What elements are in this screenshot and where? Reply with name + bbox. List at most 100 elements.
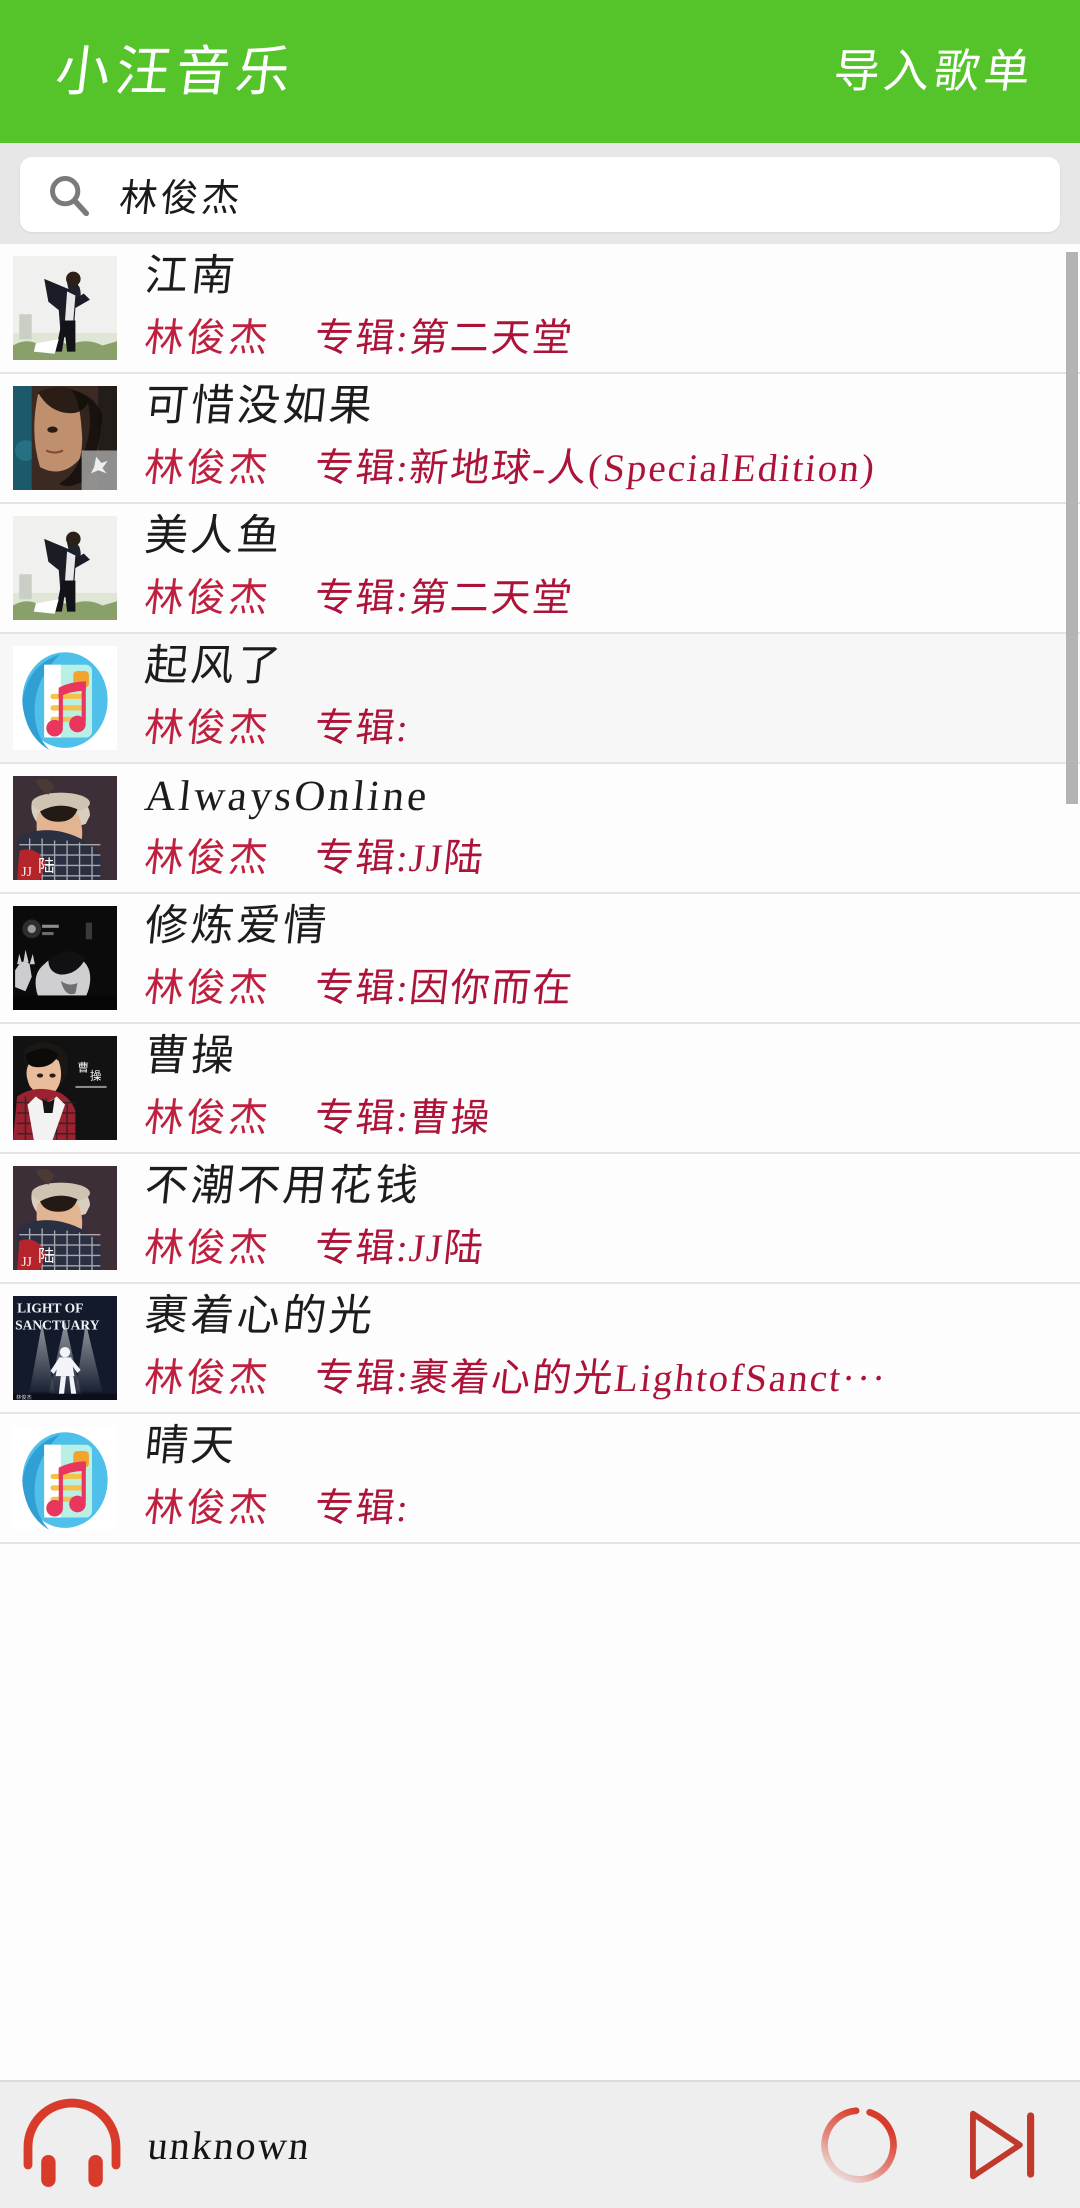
song-title: 起风了 [142,643,286,691]
song-row[interactable]: 曹操 曹操 林俊杰 专辑:曹操 [0,1024,1080,1154]
song-row[interactable]: 起风了林俊杰 专辑: [0,634,1080,764]
album-art: JJ 陆 [13,776,117,880]
song-album: 专辑: [312,1486,412,1530]
song-row[interactable]: LIGHT OF SANCTUARY 林俊杰 裹着心的光 林俊杰 专辑:裹着心的光L… [0,1284,1080,1414]
search-box[interactable]: 林俊杰 [20,157,1060,232]
song-artist: 林俊杰 [142,966,273,1010]
song-album: 专辑:裹着心的光LightofSanct··· [312,1356,890,1400]
song-title: 曹操 [142,1033,240,1081]
song-artist: 林俊杰 [142,1356,273,1400]
song-subtitle: 林俊杰 专辑:第二天堂 [142,307,1065,363]
song-album: 专辑:曹操 [312,1096,494,1140]
app-root: 小汪音乐 导入歌单 林俊杰 江南 林俊杰专辑:第二天堂 可惜没如果 林俊杰 专辑… [0,0,1080,2208]
svg-text:林俊杰: 林俊杰 [16,1393,32,1400]
song-title: 美人鱼 [142,513,286,561]
album-art-placeholder [13,1426,117,1530]
song-meta: 江南林俊杰 专辑:第二天堂 [117,253,1080,362]
svg-text:陆: 陆 [38,857,55,876]
album-art [13,906,117,1010]
song-title: 晴天 [142,1423,240,1471]
song-subtitle: 林俊杰 专辑: [142,697,1065,753]
album-art [13,386,117,490]
song-subtitle: 林俊杰 专辑:JJ陆 [142,827,1065,883]
song-artist: 林俊杰 [142,576,273,620]
song-album: 专辑:JJ陆 [312,836,488,880]
headphone-icon[interactable] [18,2097,126,2193]
song-list-container[interactable]: 江南 林俊杰 专辑:第二天堂 可惜没如果 林俊杰 专辑:新地球-人(SpecialEdi… [0,244,1080,2080]
song-row[interactable]: JJ 陆 不潮不用花钱林俊杰 专辑:JJ陆 [0,1154,1080,1284]
album-art-photo [13,906,117,1010]
app-title: 小汪音乐 [52,41,300,102]
album-art-placeholder [13,646,117,750]
song-list: 江南 林俊杰 专辑:第二天堂 可惜没如果 林俊杰 专辑:新地球-人(SpecialEdi… [0,244,1080,1544]
song-subtitle: 林俊杰 专辑:第二天堂 [142,567,1065,623]
song-artist: 林俊杰 [142,1226,273,1270]
song-meta: 起风了林俊杰 专辑: [117,643,1080,752]
search-input[interactable]: 林俊杰 [117,167,246,222]
song-meta: 可惜没如果林俊杰 专辑:新地球-人(SpecialEdition) [117,383,1080,492]
album-art [13,256,117,360]
album-art-photo: JJ 陆 [13,776,117,880]
svg-text:SANCTUARY: SANCTUARY [15,1317,100,1332]
album-art [13,516,117,620]
song-title: 江南 [142,253,240,301]
song-album: 专辑:新地球-人(SpecialEdition) [312,446,879,490]
app-header: 小汪音乐 导入歌单 [0,0,1080,143]
loading-spinner-icon[interactable] [816,2102,902,2188]
song-album: 专辑:JJ陆 [312,1226,488,1270]
skip-next-icon[interactable] [964,2102,1040,2188]
song-title: 可惜没如果 [142,383,378,431]
song-artist: 林俊杰 [142,1096,273,1140]
song-subtitle: 林俊杰 专辑:因你而在 [142,957,1065,1013]
song-title: AlwaysOnline [142,773,432,821]
scrollbar-thumb[interactable] [1066,252,1078,804]
song-title: 修炼爱情 [142,903,332,951]
album-art-photo: JJ 陆 [13,1166,117,1270]
album-art-photo [13,516,117,620]
song-row[interactable]: 修炼爱情林俊杰 专辑:因你而在 [0,894,1080,1024]
svg-text:LIGHT OF: LIGHT OF [17,1301,83,1316]
song-meta: 美人鱼林俊杰 专辑:第二天堂 [117,513,1080,622]
svg-text:曹: 曹 [77,1061,88,1074]
song-album: 专辑:第二天堂 [312,316,576,360]
song-meta: 修炼爱情林俊杰 专辑:因你而在 [117,903,1080,1012]
now-playing-title: unknown [145,2122,314,2168]
player-bar: unknown [0,2080,1080,2208]
song-meta: AlwaysOnline 林俊杰 专辑:JJ陆 [117,773,1080,882]
song-row[interactable]: 晴天林俊杰 专辑: [0,1414,1080,1544]
svg-text:JJ: JJ [21,1254,32,1269]
song-row[interactable]: JJ 陆 AlwaysOnline 林俊杰 专辑:JJ陆 [0,764,1080,894]
album-art [13,646,117,750]
song-subtitle: 林俊杰 专辑:曹操 [142,1087,1065,1143]
song-row[interactable]: 美人鱼林俊杰 专辑:第二天堂 [0,504,1080,634]
song-row[interactable]: 可惜没如果林俊杰 专辑:新地球-人(SpecialEdition) [0,374,1080,504]
song-meta: 不潮不用花钱林俊杰 专辑:JJ陆 [117,1163,1080,1272]
song-artist: 林俊杰 [142,1486,273,1530]
song-artist: 林俊杰 [142,706,273,750]
import-playlist-button[interactable]: 导入歌单 [831,46,1037,97]
song-artist: 林俊杰 [142,446,273,490]
album-art-photo: 曹操 [13,1036,117,1140]
song-subtitle: 林俊杰 专辑: [142,1477,1065,1533]
album-art: 曹操 [13,1036,117,1140]
song-row[interactable]: 江南林俊杰 专辑:第二天堂 [0,244,1080,374]
song-meta: 曹操林俊杰 专辑:曹操 [117,1033,1080,1142]
song-subtitle: 林俊杰 专辑:裹着心的光LightofSanct··· [142,1347,1065,1403]
song-artist: 林俊杰 [142,836,273,880]
song-meta: 晴天林俊杰 专辑: [117,1423,1080,1532]
search-icon[interactable] [46,172,92,218]
svg-text:陆: 陆 [38,1247,55,1266]
album-art: JJ 陆 [13,1166,117,1270]
album-art-photo [13,256,117,360]
song-artist: 林俊杰 [142,316,273,360]
song-title: 裹着心的光 [142,1293,378,1341]
song-album: 专辑:第二天堂 [312,576,576,620]
song-album: 专辑:因你而在 [312,966,576,1010]
list-scrollbar[interactable] [1066,244,1080,2080]
song-subtitle: 林俊杰 专辑:JJ陆 [142,1217,1065,1273]
svg-text:操: 操 [90,1069,102,1083]
song-meta: 裹着心的光林俊杰 专辑:裹着心的光LightofSanct··· [117,1293,1080,1402]
album-art [13,1426,117,1530]
song-album: 专辑: [312,706,412,750]
song-title: 不潮不用花钱 [142,1163,424,1211]
